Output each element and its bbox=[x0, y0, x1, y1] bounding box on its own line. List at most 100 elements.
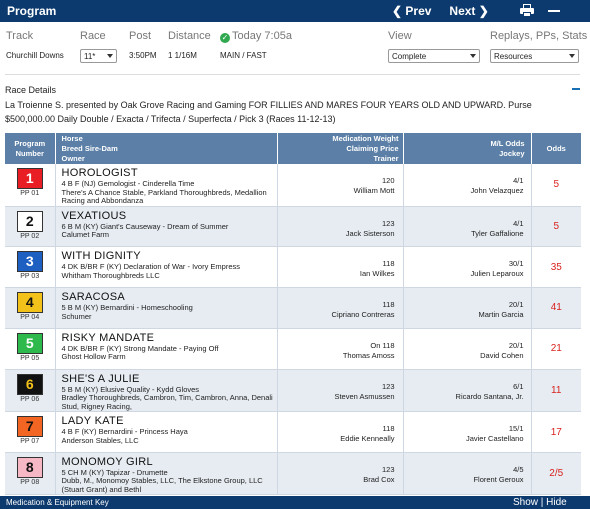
odds-value: 11 bbox=[551, 384, 562, 396]
replays-label: Replays, PPs, Stats bbox=[490, 30, 588, 42]
ml-odds-cell: 20/1 Martin Garcia bbox=[403, 287, 532, 329]
table-row[interactable]: 7 PP 07 LADY KATE 4 B F (KY) Bernardini - P… bbox=[5, 411, 581, 453]
next-button[interactable]: Next ❯ bbox=[449, 4, 488, 18]
minus-icon[interactable] bbox=[548, 10, 560, 12]
surface-value: MAIN / FAST bbox=[220, 51, 267, 60]
table-row[interactable]: 1 PP 01 HOROLOGIST 4 B F (NJ) Gemologist - … bbox=[5, 164, 581, 207]
odds-value: 5 bbox=[553, 179, 560, 191]
table-row[interactable]: 3 PP 03 WITH DIGNITY 4 DK B/BR F (KY) Decla… bbox=[5, 246, 581, 289]
track-label: Track bbox=[6, 30, 34, 42]
post-position: PP 05 bbox=[20, 354, 40, 362]
today-label: ✓ Today 7:05a bbox=[220, 30, 292, 43]
horse-name[interactable]: HOROLOGIST bbox=[62, 167, 277, 179]
program-number-badge: 5 bbox=[16, 332, 43, 354]
odds-cell: 11 bbox=[531, 369, 581, 413]
view-label: View bbox=[388, 30, 412, 42]
horse-name[interactable]: SARACOSA bbox=[62, 291, 277, 303]
medication-cell: 118 Ian Wilkes bbox=[277, 246, 404, 289]
header-ml-odds[interactable]: M/L Odds Jockey bbox=[403, 133, 532, 164]
trainer: Thomas Amoss bbox=[342, 350, 395, 360]
chevron-down-icon bbox=[107, 54, 113, 58]
header-odds[interactable]: Odds bbox=[531, 133, 581, 164]
horse-cell: RISKY MANDATE 4 DK B/BR F (KY) Strong Man… bbox=[55, 328, 278, 370]
odds-cell: 41 bbox=[531, 287, 581, 329]
chevron-down-icon bbox=[470, 54, 476, 58]
program-number-badge: 7 bbox=[16, 416, 43, 438]
program-number-badge: 4 bbox=[16, 292, 43, 314]
ml-odds: 20/1 bbox=[508, 340, 524, 350]
ml-odds-cell: 20/1 David Cohen bbox=[403, 328, 532, 370]
collapse-icon[interactable] bbox=[572, 88, 580, 90]
ml-odds: 4/1 bbox=[513, 218, 524, 228]
horse-name[interactable]: SHE'S A JULIE bbox=[62, 373, 277, 385]
weight: 118 bbox=[382, 300, 395, 310]
program-number-badge: 8 bbox=[16, 456, 43, 478]
program-cell: 7 PP 07 bbox=[5, 411, 56, 453]
header-horse[interactable]: Horse Breed Sire-Dam Owner bbox=[55, 133, 278, 164]
ml-odds-cell: 30/1 Julien Leparoux bbox=[403, 246, 532, 289]
program-cell: 6 PP 06 bbox=[5, 369, 56, 413]
table-row[interactable]: 4 PP 04 SARACOSA 5 B M (KY) Bernardini - Ho… bbox=[5, 287, 581, 329]
header-medication[interactable]: Medication Weight Claiming Price Trainer bbox=[277, 133, 404, 164]
horse-name[interactable]: RISKY MANDATE bbox=[62, 332, 277, 344]
jockey: David Cohen bbox=[480, 350, 524, 360]
race-description: La Troienne S. presented by Oak Grove Ra… bbox=[5, 100, 532, 124]
jockey: Julien Leparoux bbox=[470, 269, 524, 279]
program-cell: 5 PP 05 bbox=[5, 328, 56, 370]
ml-odds: 30/1 bbox=[508, 259, 524, 269]
program-number-badge: 2 bbox=[16, 210, 43, 232]
show-hide-toggle[interactable]: Show | Hide bbox=[513, 496, 567, 509]
resources-select[interactable]: Resources bbox=[490, 49, 579, 63]
header-program[interactable]: Program Number bbox=[5, 133, 56, 164]
distance-value: 1 1/16M bbox=[168, 51, 197, 60]
owner: There's A Chance Stable, Parkland Thorou… bbox=[61, 187, 267, 205]
ml-odds: 20/1 bbox=[508, 300, 524, 310]
table-header-row: Program Number Horse Breed Sire-Dam Owner M… bbox=[5, 133, 581, 164]
medication-cell: 118 Eddie Kenneally bbox=[277, 411, 404, 453]
trainer: Cipriano Contreras bbox=[331, 310, 395, 320]
race-select[interactable]: 11* bbox=[80, 49, 117, 63]
view-select[interactable]: Complete bbox=[388, 49, 480, 63]
divider bbox=[5, 74, 580, 75]
post-position: PP 03 bbox=[20, 273, 40, 281]
weight: 120 bbox=[381, 176, 395, 185]
ml-odds: 4/5 bbox=[513, 464, 524, 474]
race-details-heading: Race Details bbox=[5, 85, 57, 95]
odds-cell: 35 bbox=[531, 246, 581, 289]
header-bar: Program ❮ Prev Next ❯ bbox=[0, 0, 590, 22]
weight: 123 bbox=[381, 381, 395, 391]
table-row[interactable]: 5 PP 05 RISKY MANDATE 4 DK B/BR F (KY) Stro… bbox=[5, 328, 581, 370]
horse-name[interactable]: LADY KATE bbox=[62, 415, 277, 427]
breed-sire-dam: 5 B M (KY) Bernardini - Homeschooling bbox=[61, 303, 193, 313]
table-row[interactable]: 2 PP 02 VEXATIOUS 6 B M (KY) Giant's Causew… bbox=[5, 206, 581, 248]
horse-name[interactable]: MONOMOY GIRL bbox=[62, 456, 277, 468]
weight: 123 bbox=[381, 464, 395, 474]
prev-button[interactable]: ❮ Prev bbox=[392, 4, 431, 18]
medication-cell: On 118 Thomas Amoss bbox=[277, 328, 404, 370]
weight: 118 bbox=[382, 424, 395, 434]
horse-name[interactable]: WITH DIGNITY bbox=[62, 250, 277, 262]
race-label: Race bbox=[80, 30, 106, 42]
page-title: Program bbox=[7, 4, 57, 18]
check-circle-icon: ✓ bbox=[220, 33, 230, 43]
table-row[interactable]: 6 PP 06 SHE'S A JULIE 5 B M (KY) Elusive Qu… bbox=[5, 369, 581, 413]
medication-cell: 123 Brad Cox bbox=[277, 452, 404, 496]
horse-name[interactable]: VEXATIOUS bbox=[62, 210, 277, 222]
odds-value: 2/5 bbox=[549, 468, 564, 480]
owner: Ghost Hollow Farm bbox=[61, 352, 126, 362]
printer-icon[interactable] bbox=[520, 4, 534, 17]
program-number-badge: 1 bbox=[16, 168, 43, 189]
owner: Bradley Thoroughbreds, Cambron, Tim, Cam… bbox=[61, 393, 273, 411]
horse-cell: HOROLOGIST 4 B F (NJ) Gemologist - Cinder… bbox=[55, 164, 278, 207]
owner: Calumet Farm bbox=[61, 230, 110, 239]
owner: Dubb, M., Monomoy Stables, LLC, The Elks… bbox=[61, 476, 263, 494]
post-position: PP 06 bbox=[20, 395, 40, 403]
program-number-badge: 3 bbox=[16, 251, 43, 273]
table-row[interactable]: 8 PP 08 MONOMOY GIRL 5 CH M (KY) Tapizar - … bbox=[5, 452, 581, 496]
medication: On bbox=[370, 340, 381, 350]
odds-cell: 21 bbox=[531, 328, 581, 370]
trainer: William Mott bbox=[353, 186, 395, 195]
odds-value: 21 bbox=[550, 343, 562, 355]
odds-cell: 17 bbox=[531, 411, 581, 453]
odds-value: 17 bbox=[550, 426, 562, 438]
